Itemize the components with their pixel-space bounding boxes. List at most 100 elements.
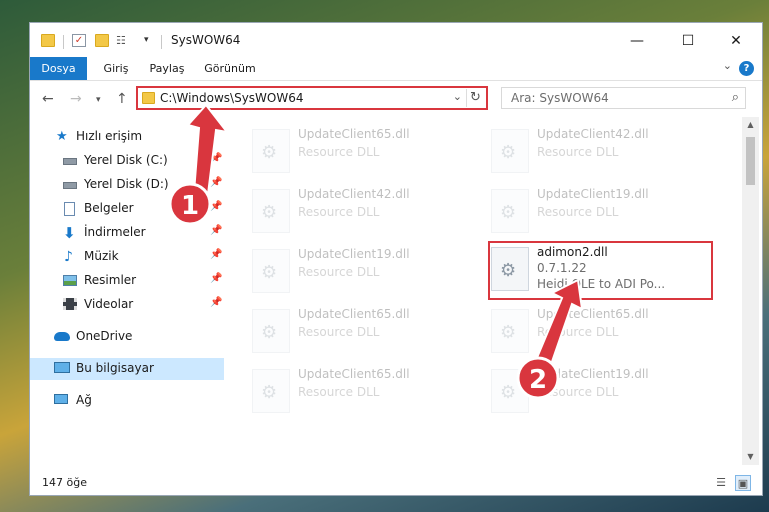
toolbar-divider	[161, 35, 162, 49]
music-icon: ♪	[64, 249, 73, 265]
file-item[interactable]: ⚙ UpdateClient19.dll Resource DLL	[487, 183, 711, 237]
file-name: UpdateClient42.dll	[537, 127, 649, 141]
search-icon[interactable]: ⌕	[732, 90, 739, 105]
tab-file[interactable]: Dosya	[30, 57, 87, 80]
file-name: UpdateClient65.dll	[298, 307, 410, 321]
scroll-down-icon[interactable]: ▼	[742, 449, 759, 465]
properties-icon[interactable]: ✓	[72, 34, 86, 47]
documents-icon	[64, 202, 75, 216]
new-folder-icon[interactable]	[95, 34, 109, 47]
file-item[interactable]: ⚙ UpdateClient65.dll Resource DLL	[248, 123, 472, 177]
nav-label: Videolar	[84, 297, 134, 311]
dll-file-icon: ⚙	[491, 369, 529, 413]
file-item[interactable]: ⚙ UpdateClient19.dll Resource DLL	[487, 363, 711, 417]
address-bar[interactable]: C:\Windows\SysWOW64 ⌄ ↻	[136, 86, 488, 110]
file-item[interactable]: ⚙ UpdateClient65.dll Resource DLL	[248, 363, 472, 417]
dll-file-icon: ⚙	[491, 309, 529, 353]
pin-icon[interactable]: 📌	[210, 273, 222, 284]
file-item[interactable]: ⚙ UpdateClient65.dll Resource DLL	[487, 303, 711, 357]
dll-file-icon: ⚙	[252, 309, 290, 353]
nav-label: Ağ	[76, 393, 92, 407]
tab-view[interactable]: Görünüm	[200, 57, 260, 80]
nav-item-downloads[interactable]: ⬇ İndirmeler 📌	[30, 222, 224, 244]
window-title: SysWOW64	[171, 33, 241, 47]
file-description: Resource DLL	[537, 325, 619, 339]
refresh-icon[interactable]: ↻	[466, 89, 484, 107]
customize-toolbar-icon[interactable]: ☷	[116, 34, 130, 47]
nav-item-videos[interactable]: Videolar 📌	[30, 294, 224, 316]
pin-icon[interactable]: 📌	[210, 225, 222, 236]
pin-icon[interactable]: 📌	[210, 177, 222, 188]
title-bar: ✓ ☷ ▾ SysWOW64 — ☐ ✕	[30, 23, 762, 59]
file-item[interactable]: ⚙ UpdateClient19.dll Resource DLL	[248, 243, 472, 297]
tab-share[interactable]: Paylaş	[144, 57, 190, 80]
file-name: UpdateClient65.dll	[537, 307, 649, 321]
tab-home[interactable]: Giriş	[94, 57, 138, 80]
cloud-icon	[54, 332, 70, 341]
nav-item-network[interactable]: Ağ	[30, 390, 224, 412]
file-description: Resource DLL	[298, 145, 380, 159]
scroll-up-icon[interactable]: ▲	[742, 117, 759, 133]
back-arrow-icon[interactable]: ←	[42, 91, 54, 107]
search-input[interactable]: Ara: SysWOW64 ⌕	[501, 87, 746, 109]
pin-icon[interactable]: 📌	[210, 201, 222, 212]
ribbon-expand-icon[interactable]: ⌄	[723, 59, 732, 72]
file-name: UpdateClient19.dll	[298, 247, 410, 261]
dll-file-icon: ⚙	[491, 189, 529, 233]
file-name: UpdateClient19.dll	[537, 367, 649, 381]
scrollbar-thumb[interactable]	[746, 137, 755, 185]
nav-item-quick-access[interactable]: ★ Hızlı erişim	[30, 126, 224, 148]
nav-item-local-disk-c[interactable]: Yerel Disk (C:) 📌	[30, 150, 224, 172]
file-description: Resource DLL	[298, 205, 380, 219]
vertical-scrollbar[interactable]: ▲ ▼	[742, 117, 759, 465]
drive-icon	[63, 182, 77, 189]
search-placeholder: Ara: SysWOW64	[511, 91, 609, 105]
file-item[interactable]: ⚙ UpdateClient42.dll Resource DLL	[487, 123, 711, 177]
file-description: Resource DLL	[298, 265, 380, 279]
nav-label: Bu bilgisayar	[76, 361, 154, 375]
minimize-button[interactable]: —	[617, 29, 657, 53]
dll-file-icon: ⚙	[252, 189, 290, 233]
nav-item-onedrive[interactable]: OneDrive	[30, 326, 224, 348]
nav-item-music[interactable]: ♪ Müzik 📌	[30, 246, 224, 268]
file-item[interactable]: ⚙ UpdateClient42.dll Resource DLL	[248, 183, 472, 237]
file-name: UpdateClient19.dll	[537, 187, 649, 201]
close-button[interactable]: ✕	[716, 29, 756, 53]
nav-item-this-pc[interactable]: Bu bilgisayar	[30, 358, 224, 380]
help-icon[interactable]: ?	[739, 61, 754, 76]
download-icon: ⬇	[63, 224, 76, 242]
up-arrow-icon[interactable]: ↑	[116, 91, 128, 107]
dll-file-icon: ⚙	[491, 129, 529, 173]
nav-label: Hızlı erişim	[76, 129, 143, 143]
pin-icon[interactable]: 📌	[210, 153, 222, 164]
nav-label: İndirmeler	[84, 225, 146, 239]
address-path[interactable]: C:\Windows\SysWOW64	[160, 91, 304, 105]
file-name: UpdateClient65.dll	[298, 367, 410, 381]
details-view-icon[interactable]: ☰	[713, 475, 729, 491]
chevron-down-icon[interactable]: ⌄	[453, 90, 462, 103]
chevron-down-icon[interactable]: ▾	[144, 34, 158, 47]
drive-icon	[63, 158, 77, 165]
nav-item-local-disk-d[interactable]: Yerel Disk (D:) 📌	[30, 174, 224, 196]
file-description: Resource DLL	[537, 385, 619, 399]
network-icon	[54, 394, 68, 404]
toolbar-divider	[63, 35, 64, 49]
file-description: Resource DLL	[537, 145, 619, 159]
file-item[interactable]: ⚙ UpdateClient65.dll Resource DLL	[248, 303, 472, 357]
maximize-button[interactable]: ☐	[668, 29, 708, 53]
item-count: 147 öğe	[42, 476, 87, 489]
file-name: UpdateClient42.dll	[298, 187, 410, 201]
pictures-icon	[63, 275, 77, 286]
pin-icon[interactable]: 📌	[210, 297, 222, 308]
dll-file-icon: ⚙	[252, 129, 290, 173]
file-description: Resource DLL	[298, 385, 380, 399]
forward-arrow-icon[interactable]: →	[70, 91, 82, 107]
large-icons-view-icon[interactable]: ▣	[735, 475, 751, 491]
navigation-pane: ★ Hızlı erişim Yerel Disk (C:) 📌 Yerel D…	[30, 117, 227, 465]
pin-icon[interactable]: 📌	[210, 249, 222, 260]
file-description: Resource DLL	[537, 205, 619, 219]
nav-item-pictures[interactable]: Resimler 📌	[30, 270, 224, 292]
nav-item-documents[interactable]: Belgeler 📌	[30, 198, 224, 220]
recent-locations-icon[interactable]: ▾	[96, 95, 101, 105]
file-name: UpdateClient65.dll	[298, 127, 410, 141]
